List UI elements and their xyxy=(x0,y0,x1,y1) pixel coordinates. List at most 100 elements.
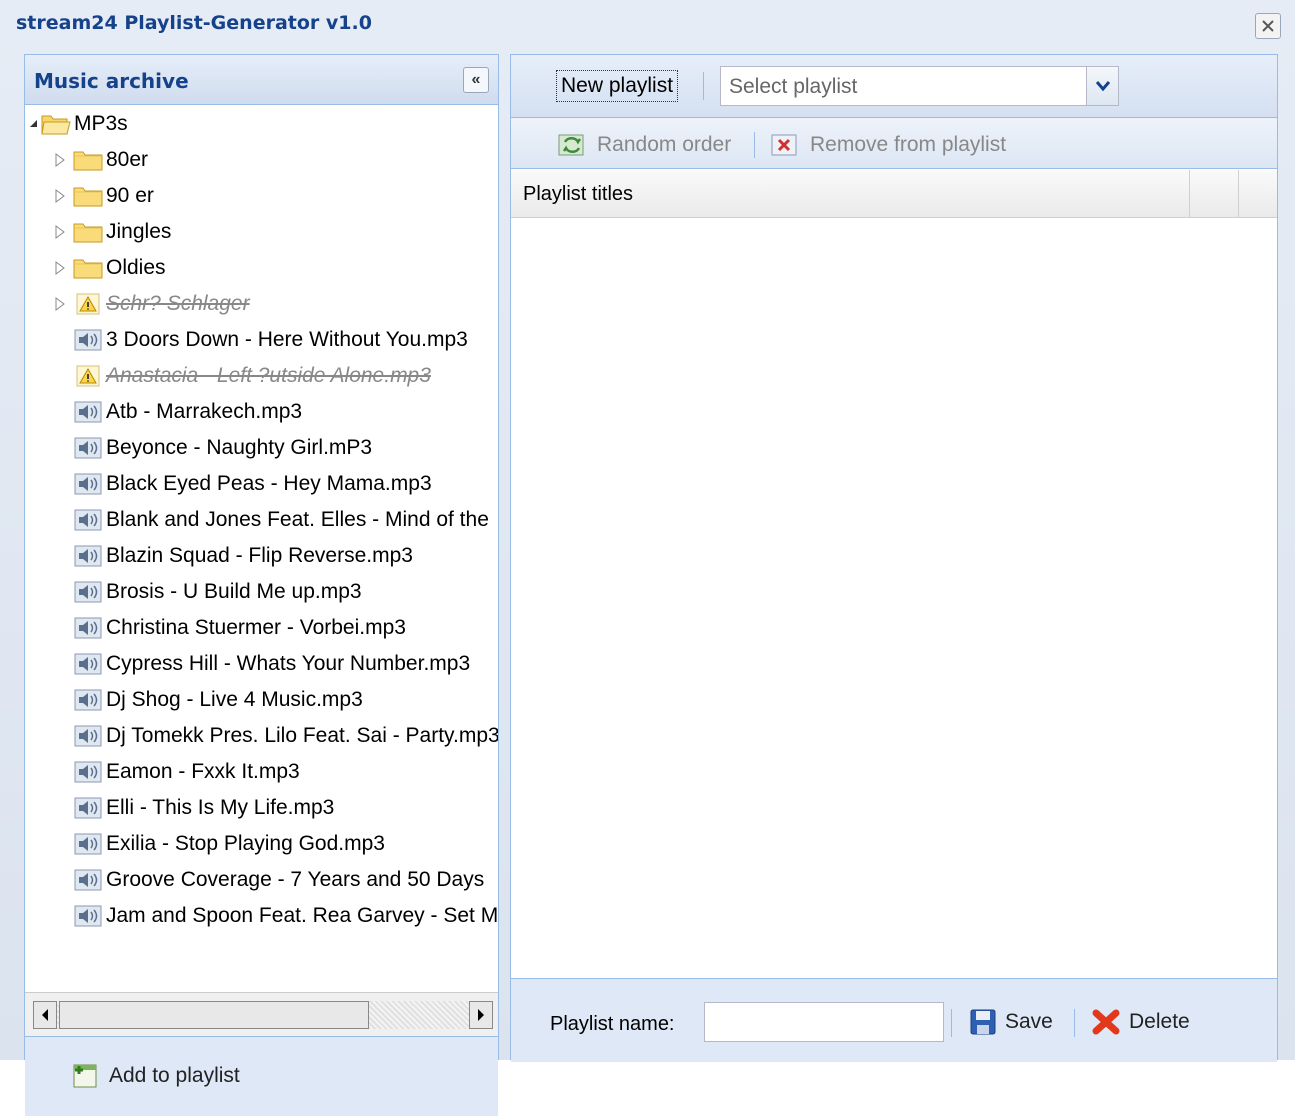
tree-item-label: Eamon - Fxxk It.mp3 xyxy=(106,760,300,783)
audio-file-icon xyxy=(73,400,103,424)
tree-file-item[interactable]: Blazin Squad - Flip Reverse.mp3 xyxy=(47,538,413,574)
add-to-playlist-button[interactable]: Add to playlist xyxy=(71,1059,240,1093)
double-chevron-left-icon: « xyxy=(471,71,481,88)
audio-file-icon xyxy=(73,580,103,604)
tree-item-label: 3 Doors Down - Here Without You.mp3 xyxy=(106,328,468,351)
tree-file-item[interactable]: Eamon - Fxxk It.mp3 xyxy=(47,754,300,790)
tree-item-label: 80er xyxy=(106,148,149,171)
tree-folder-item[interactable]: 90 er xyxy=(47,178,154,214)
delete-label: Delete xyxy=(1129,1010,1190,1033)
tree-file-item[interactable]: Exilia - Stop Playing God.mp3 xyxy=(47,826,385,862)
column-header-playlist-titles[interactable]: Playlist titles xyxy=(523,183,633,206)
tree-item-label: Exilia - Stop Playing God.mp3 xyxy=(106,832,385,855)
tree-file-item[interactable]: Atb - Marrakech.mp3 xyxy=(47,394,302,430)
tree-folder-item[interactable]: Jingles xyxy=(47,214,171,250)
playlist-grid-body[interactable] xyxy=(511,218,1277,978)
remove-from-playlist-button[interactable]: Remove from playlist xyxy=(770,130,1006,160)
combo-dropdown-button[interactable] xyxy=(1086,67,1118,105)
tree-file-item[interactable]: 3 Doors Down - Here Without You.mp3 xyxy=(47,322,468,358)
save-button[interactable]: Save xyxy=(969,1006,1053,1038)
collapse-button[interactable]: « xyxy=(463,67,489,93)
expand-arrow-icon[interactable] xyxy=(47,214,73,250)
tree-file-item[interactable]: Beyonce - Naughty Girl.mP3 xyxy=(47,430,372,466)
tree-folder-item[interactable]: Oldies xyxy=(47,250,166,286)
tree-folder-item[interactable]: 80er xyxy=(47,142,148,178)
footer-separator xyxy=(951,1009,952,1037)
audio-file-icon xyxy=(73,796,103,820)
scroll-left-button[interactable] xyxy=(33,1001,57,1029)
expand-arrow-icon[interactable] xyxy=(47,142,73,178)
tree-file-item[interactable]: Black Eyed Peas - Hey Mama.mp3 xyxy=(47,466,432,502)
tree-file-item[interactable]: Christina Stuermer - Vorbei.mp3 xyxy=(47,610,406,646)
playlist-name-input[interactable] xyxy=(704,1002,944,1042)
expand-arrow-icon[interactable] xyxy=(47,250,73,286)
tree-file-item[interactable]: Cypress Hill - Whats Your Number.mp3 xyxy=(47,646,470,682)
scrollbar-thumb[interactable] xyxy=(59,1001,369,1029)
audio-file-icon xyxy=(73,436,103,460)
folder-icon xyxy=(73,149,103,171)
arrow-left-icon xyxy=(42,1009,48,1021)
column-separator xyxy=(1189,170,1190,218)
footer-separator xyxy=(1074,1009,1075,1037)
tree-folder-item[interactable]: Schr? Schlager xyxy=(47,286,250,322)
floppy-disk-icon xyxy=(970,1009,996,1035)
add-to-playlist-label: Add to playlist xyxy=(109,1064,240,1087)
delete-x-icon xyxy=(1092,1009,1120,1035)
select-playlist-combo[interactable]: Select playlist xyxy=(720,66,1119,106)
tree-root[interactable]: MP3s xyxy=(27,106,128,142)
random-order-button[interactable]: Random order xyxy=(557,130,731,160)
app-window: stream24 Playlist-Generator v1.0 Music a… xyxy=(0,0,1295,1116)
expand-arrow-icon[interactable] xyxy=(47,286,73,322)
archive-tree[interactable]: MP3s 80er 90 er Jingles Oldies Schr? Schlage… xyxy=(25,106,498,992)
playlist-name-label: Playlist name: xyxy=(550,1013,675,1035)
folder-icon xyxy=(73,221,103,243)
grid-toolbar: Random order Remove from playlist xyxy=(511,117,1277,169)
tree-item-label: Groove Coverage - 7 Years and 50 Days xyxy=(106,868,485,891)
tree-item-label: Anastacia - Left ?utside Alone.mp3 xyxy=(106,364,431,387)
tree-file-item[interactable]: Groove Coverage - 7 Years and 50 Days xyxy=(47,862,484,898)
audio-file-icon xyxy=(73,652,103,676)
new-playlist-button[interactable]: New playlist xyxy=(556,70,679,102)
close-icon xyxy=(1262,20,1274,32)
tree-item-label: Blank and Jones Feat. Elles - Mind of th… xyxy=(106,508,489,531)
tree-file-item[interactable]: Brosis - U Build Me up.mp3 xyxy=(47,574,362,610)
scroll-right-button[interactable] xyxy=(469,1001,493,1029)
audio-file-icon xyxy=(73,904,103,928)
random-order-label: Random order xyxy=(597,133,732,156)
audio-file-icon xyxy=(73,868,103,892)
window-titlebar: stream24 Playlist-Generator v1.0 xyxy=(0,0,1295,48)
tree-file-item[interactable]: Anastacia - Left ?utside Alone.mp3 xyxy=(47,358,431,394)
tree-item-label: Christina Stuermer - Vorbei.mp3 xyxy=(106,616,406,639)
audio-file-icon xyxy=(73,472,103,496)
tree-file-item[interactable]: Jam and Spoon Feat. Rea Garvey - Set Me xyxy=(47,898,498,934)
tree-item-label: Jam and Spoon Feat. Rea Garvey - Set Me xyxy=(106,904,498,927)
playlist-grid-header: Playlist titles xyxy=(511,170,1277,218)
close-button[interactable] xyxy=(1255,13,1281,39)
column-separator xyxy=(1238,170,1239,218)
warning-icon xyxy=(73,292,103,316)
toolbar-separator xyxy=(703,72,704,100)
expand-arrow-icon[interactable] xyxy=(47,178,73,214)
open-folder-icon xyxy=(41,113,71,135)
tree-file-item[interactable]: Elli - This Is My Life.mp3 xyxy=(47,790,334,826)
tree-item-label: Jingles xyxy=(106,220,172,243)
horizontal-scrollbar[interactable] xyxy=(25,992,498,1036)
music-archive-panel: Music archive « MP3s 80er 90 er Jingles Old… xyxy=(24,54,499,1116)
expanded-icon[interactable] xyxy=(27,106,41,142)
tree-file-item[interactable]: Blank and Jones Feat. Elles - Mind of th… xyxy=(47,502,489,538)
tree-item-label: Dj Shog - Live 4 Music.mp3 xyxy=(106,688,363,711)
delete-button[interactable]: Delete xyxy=(1091,1006,1190,1038)
tree-file-item[interactable]: Dj Shog - Live 4 Music.mp3 xyxy=(47,682,363,718)
tree-item-label: 90 er xyxy=(106,184,154,207)
tree-file-item[interactable]: Dj Tomekk Pres. Lilo Feat. Sai - Party.m… xyxy=(47,718,498,754)
